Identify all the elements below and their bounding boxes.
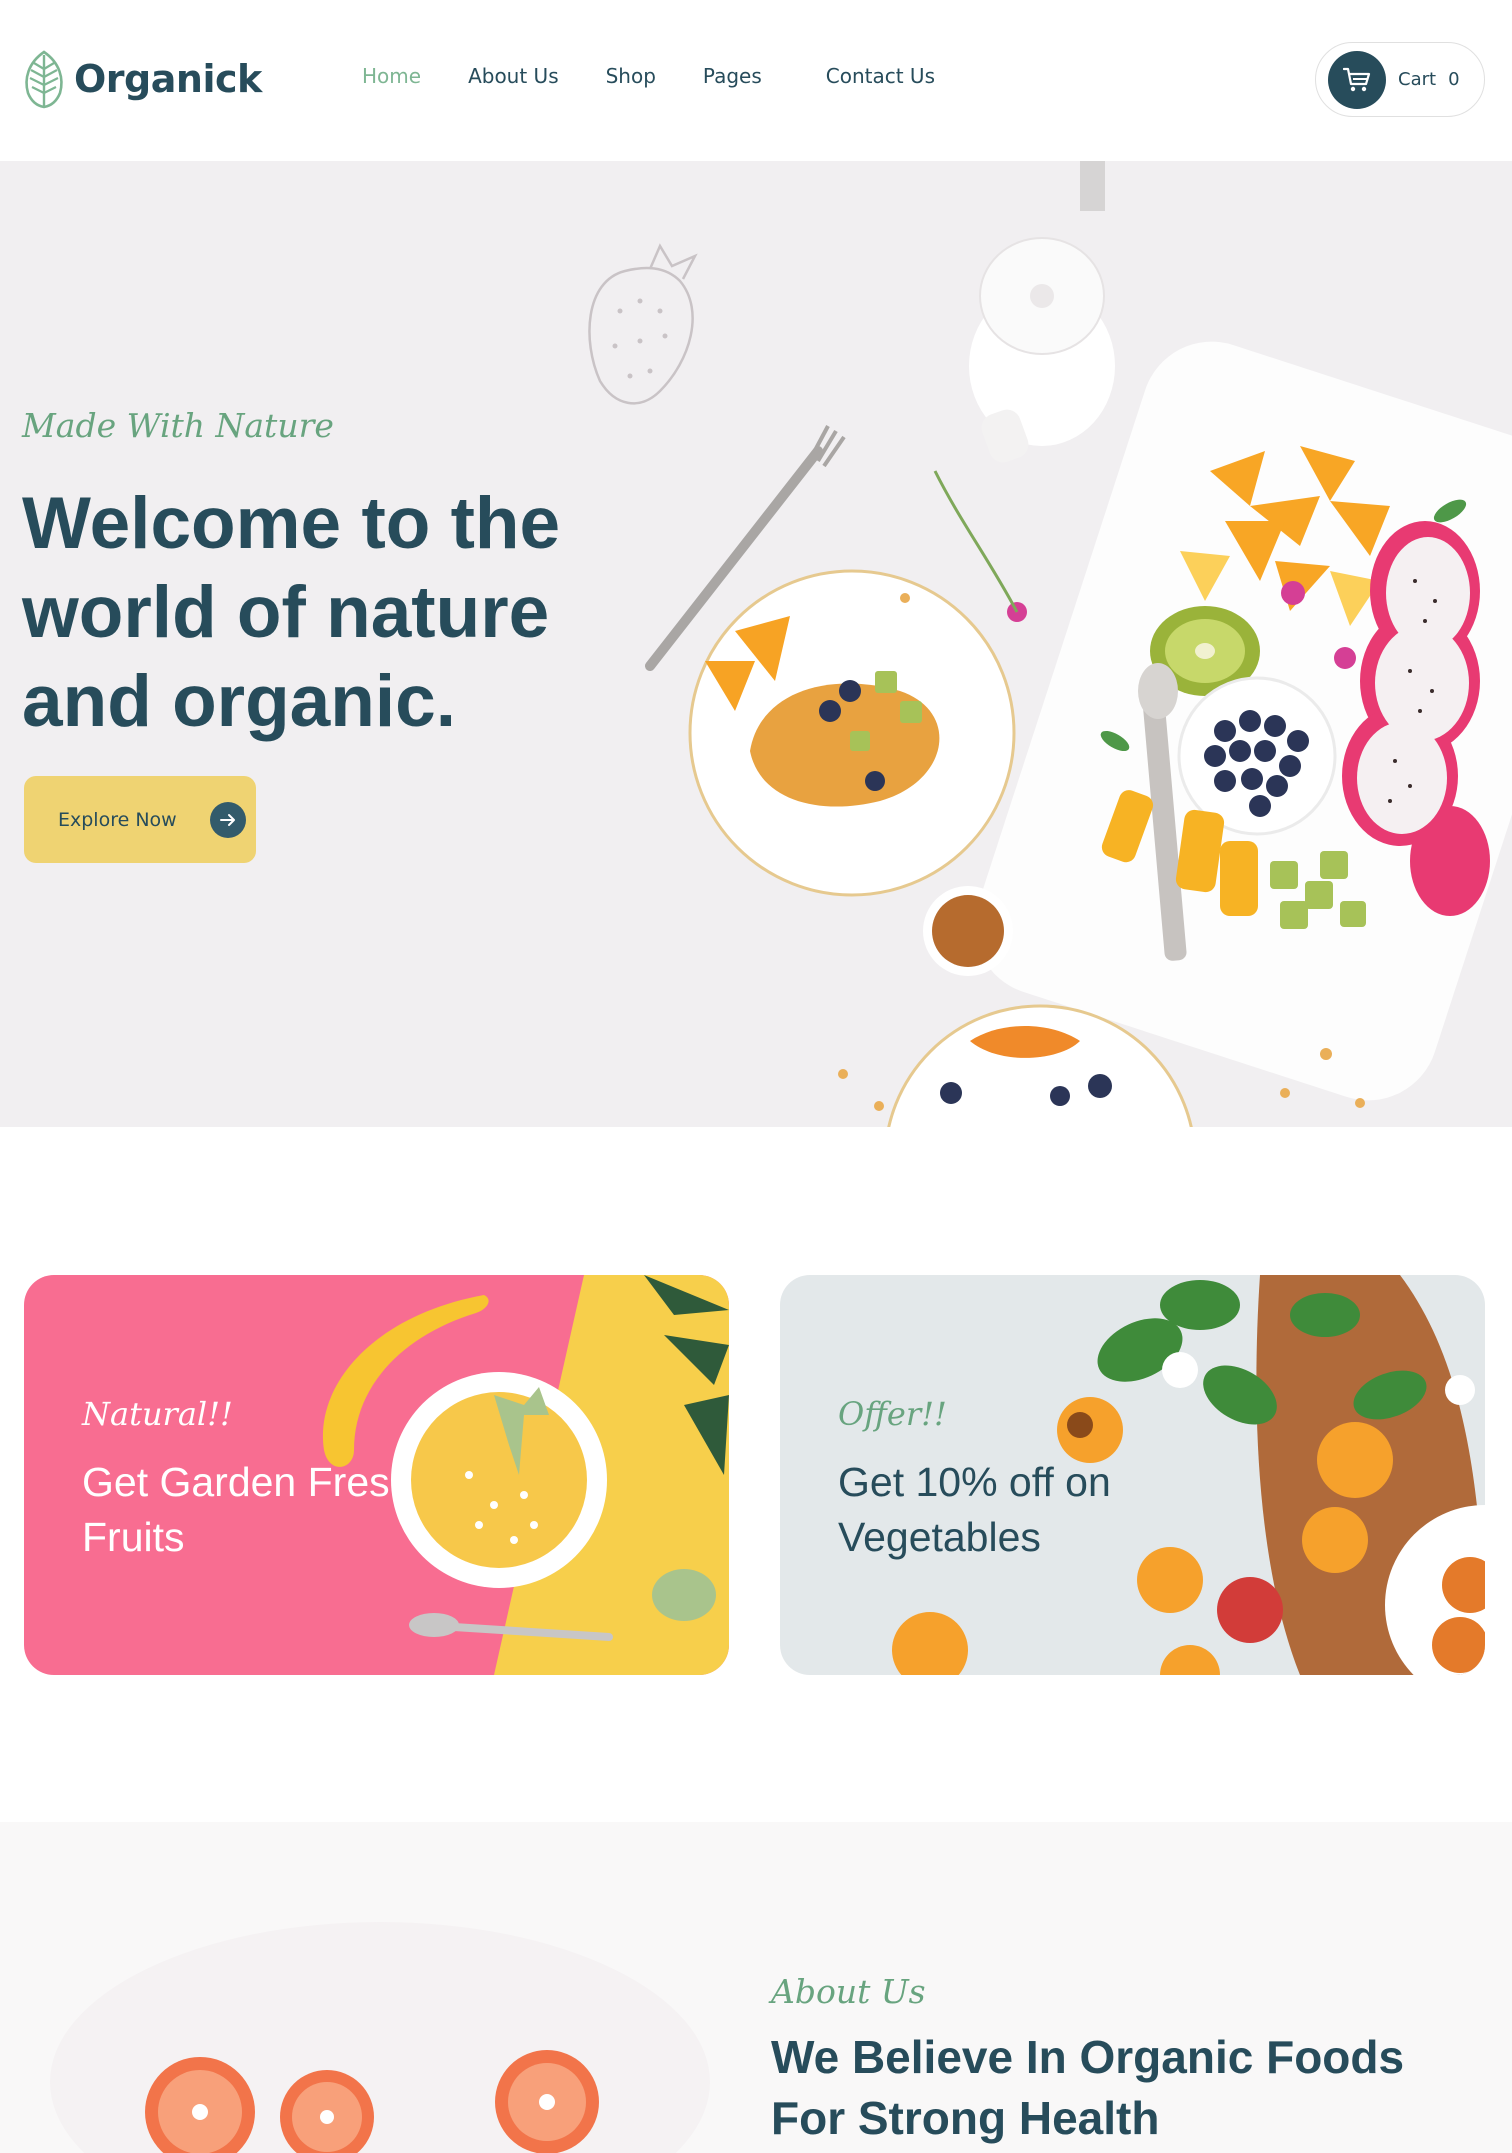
offer-card-fruits[interactable]: Natural!! Get Garden Fresh Fruits bbox=[24, 1275, 729, 1675]
cart-label: Cart bbox=[1398, 69, 1437, 90]
site-header: Organick Home About Us Shop Pages Contac… bbox=[0, 0, 1512, 161]
grapefruit-image bbox=[50, 1922, 710, 2153]
nav-contact-us[interactable]: Contact Us bbox=[826, 64, 935, 88]
explore-now-label: Explore Now bbox=[58, 808, 177, 831]
hero-tagline: Made With Nature bbox=[22, 406, 334, 445]
leaf-icon bbox=[25, 50, 63, 109]
cart-count: 0 bbox=[1448, 69, 1460, 90]
offer-title-fruits: Get Garden Fresh Fruits bbox=[82, 1459, 413, 1560]
arrow-right-icon bbox=[210, 802, 246, 838]
main-nav: Home About Us Shop Pages Contact Us bbox=[362, 64, 982, 88]
nav-home[interactable]: Home bbox=[362, 64, 421, 88]
logo[interactable]: Organick bbox=[22, 49, 262, 109]
brand-name: Organick bbox=[74, 57, 262, 101]
offer-tag-offer: Offer!! bbox=[838, 1395, 947, 1433]
nav-shop[interactable]: Shop bbox=[606, 64, 656, 88]
offer-title-vegetables: Get 10% off on Vegetables bbox=[838, 1459, 1111, 1560]
cart-icon bbox=[1343, 67, 1371, 91]
about-section: About Us We Believe In Organic Foods For… bbox=[0, 1822, 1512, 2153]
about-title: We Believe In Organic Foods For Strong H… bbox=[771, 2031, 1405, 2144]
cart-icon-circle bbox=[1328, 50, 1386, 109]
hero-title: Welcome to the world of nature and organ… bbox=[22, 483, 561, 742]
offer-tag-natural: Natural!! bbox=[82, 1395, 233, 1433]
about-tag: About Us bbox=[771, 1972, 926, 2011]
cart-button[interactable]: Cart 0 bbox=[1315, 42, 1485, 117]
offer-card-vegetables[interactable]: Offer!! Get 10% off on Vegetables bbox=[780, 1275, 1485, 1675]
explore-now-button[interactable]: Explore Now bbox=[24, 776, 256, 863]
hero-section: Made With Nature Welcome to the world of… bbox=[0, 161, 1512, 1127]
nav-about-us[interactable]: About Us bbox=[468, 64, 559, 88]
nav-pages[interactable]: Pages bbox=[703, 64, 762, 88]
